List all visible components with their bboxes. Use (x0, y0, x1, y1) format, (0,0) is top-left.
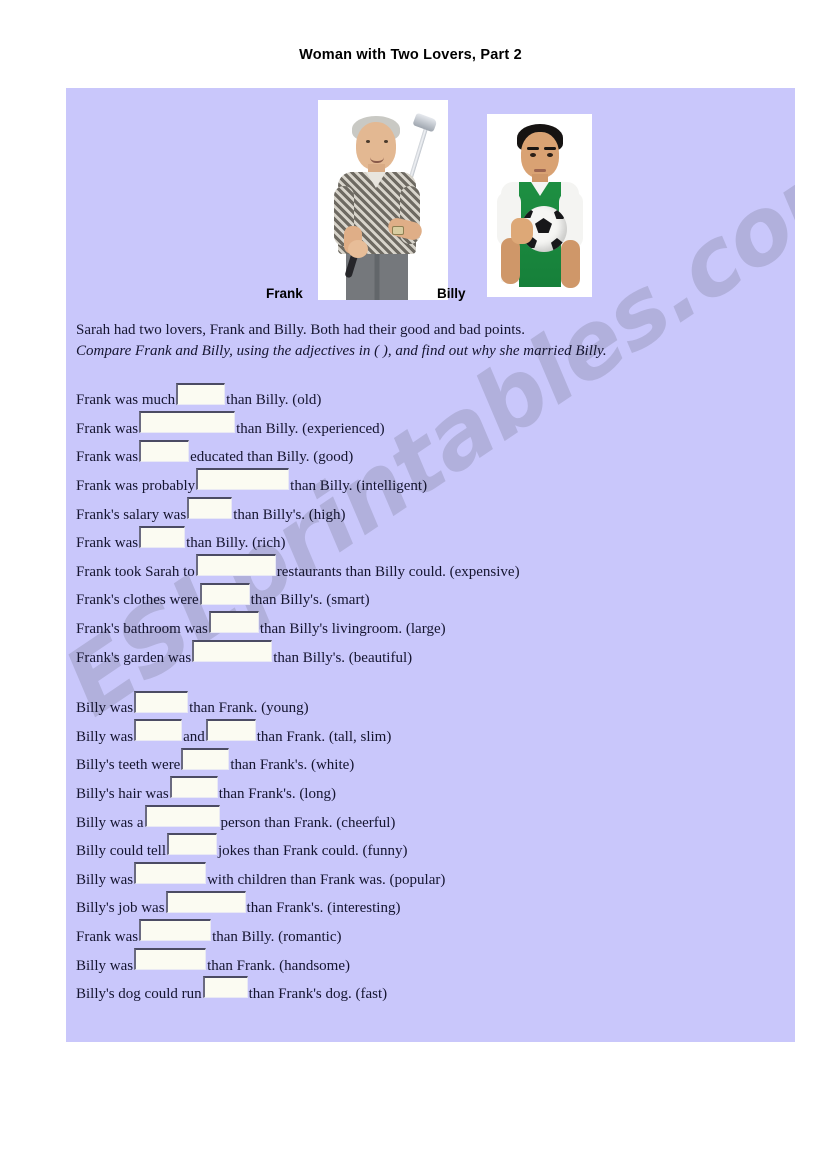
exercise-text-after: than Billy's livingroom. (large) (259, 621, 446, 638)
answer-blank[interactable] (167, 833, 217, 856)
exercise-text-before: Billy was (76, 871, 134, 888)
exercise-row: Frank took Sarah to restaurants than Bill… (76, 554, 786, 587)
exercise-text-after: than Frank's. (interesting) (246, 900, 401, 917)
answer-blank[interactable] (192, 639, 273, 662)
exercise-text-before: Frank was (76, 928, 139, 945)
exercise-text-after: than Frank's. (white) (230, 757, 355, 774)
exercise-row: Billy's dog could run than Frank's dog. (… (76, 976, 786, 1009)
exercise-row: Frank's garden was than Billy's. (beautif… (76, 639, 786, 672)
answer-blank[interactable] (134, 947, 207, 970)
answer-blank[interactable] (187, 496, 233, 519)
golf-club-head-icon (412, 112, 438, 133)
intro-line-2: Compare Frank and Billy, using the adjec… (76, 343, 607, 359)
exercise-text-before: Frank was (76, 420, 139, 437)
answer-blank[interactable] (139, 439, 190, 462)
frank-eye-left (366, 140, 370, 143)
page-title: Woman with Two Lovers, Part 2 (299, 47, 522, 63)
photo-label-frank: Frank (266, 286, 303, 301)
exercise-row: Frank was educated than Billy. (good) (76, 439, 786, 472)
exercise-text-before: Frank was probably (76, 478, 196, 495)
billy-eyebrow-right (544, 147, 556, 150)
exercise-text-after: than Billy. (experienced) (236, 420, 385, 437)
answer-blank[interactable] (176, 382, 226, 405)
exercise-text-after: than Frank. (tall, slim) (256, 728, 392, 745)
exercise-text-after: than Frank's dog. (fast) (248, 986, 388, 1003)
exercise-text-before: Billy was (76, 728, 134, 745)
intro-text: Sarah had two lovers, Frank and Billy. B… (76, 320, 776, 362)
exercise-row: Frank's bathroom was than Billy's livingr… (76, 611, 786, 644)
exercise-text-before: Frank took Sarah to (76, 563, 195, 580)
answer-blank[interactable] (134, 690, 189, 713)
answer-blank[interactable] (165, 890, 246, 913)
exercise-row: Billy was than Frank. (handsome) (76, 947, 786, 980)
exercise-text-before: Billy was a (76, 814, 144, 831)
billy-hand (511, 218, 533, 244)
exercise-list: Frank was much than Billy. (old) Frank was… (76, 382, 786, 1009)
exercise-text-before: Billy was (76, 700, 134, 717)
photo-frank (318, 100, 448, 300)
exercise-text-after: than Billy's. (beautiful) (273, 649, 413, 666)
billy-mouth (534, 169, 546, 172)
exercise-text-before: Billy's teeth were (76, 757, 181, 774)
exercise-text-after: restaurants than Billy could. (expensive… (276, 563, 520, 580)
answer-blank[interactable] (134, 719, 183, 742)
answer-blank[interactable] (195, 554, 276, 577)
answer-blank[interactable] (181, 747, 230, 770)
exercise-text-before: Frank's bathroom was (76, 621, 208, 638)
answer-blank[interactable] (144, 804, 220, 827)
exercise-text-before: Frank's garden was (76, 649, 192, 666)
exercise-text-before: Frank was (76, 449, 139, 466)
billy-arm-right (561, 240, 580, 288)
photo-label-billy: Billy (437, 286, 466, 301)
photo-billy (487, 114, 592, 297)
frank-wristwatch (392, 226, 404, 235)
intro-line-1: Sarah had two lovers, Frank and Billy. B… (76, 322, 525, 338)
billy-eye-right (547, 153, 553, 157)
billy-eyebrow-left (527, 147, 539, 150)
answer-blank[interactable] (139, 525, 186, 548)
billy-eye-left (530, 153, 536, 157)
exercise-row: Frank was than Billy. (rich) (76, 525, 786, 558)
answer-blank[interactable] (139, 919, 212, 942)
exercise-text-after: than Billy's. (high) (233, 506, 346, 523)
answer-blank[interactable] (205, 719, 256, 742)
exercise-text-before: Frank was (76, 535, 139, 552)
exercise-row: Billy was than Frank. (young) (76, 690, 786, 723)
billy-arm-left (501, 238, 520, 284)
exercise-text-before: Billy's dog could run (76, 986, 202, 1003)
exercise-text-after: than Billy. (old) (226, 392, 322, 409)
frank-hand (348, 240, 368, 258)
answer-blank[interactable] (134, 862, 207, 885)
answer-blank[interactable] (196, 468, 290, 491)
exercise-text-after: than Billy. (romantic) (212, 928, 342, 945)
photo-row: Frank Billy (66, 88, 795, 310)
answer-blank[interactable] (208, 611, 259, 634)
answer-blank[interactable] (199, 582, 250, 605)
exercise-text-after: jokes than Frank could. (funny) (218, 843, 408, 860)
frank-eye-right (384, 140, 388, 143)
exercise-row: Frank's clothes were than Billy's. (smart… (76, 582, 786, 615)
exercise-text-before: Billy was (76, 957, 134, 974)
answer-blank[interactable] (169, 776, 218, 799)
exercise-text-before: Frank's clothes were (76, 592, 199, 609)
exercise-text-after: person than Frank. (cheerful) (220, 814, 396, 831)
exercise-row: Frank was probably than Billy. (intellige… (76, 468, 786, 501)
answer-blank[interactable] (139, 411, 236, 434)
exercise-text-after: than Billy's. (smart) (250, 592, 370, 609)
exercise-text-after: than Frank's. (long) (218, 785, 336, 802)
exercise-text-after: than Billy. (intelligent) (290, 478, 428, 495)
worksheet-panel: ESLprintables.com Frank Billy Sarah had … (66, 88, 795, 1042)
answer-blank[interactable] (202, 976, 248, 999)
